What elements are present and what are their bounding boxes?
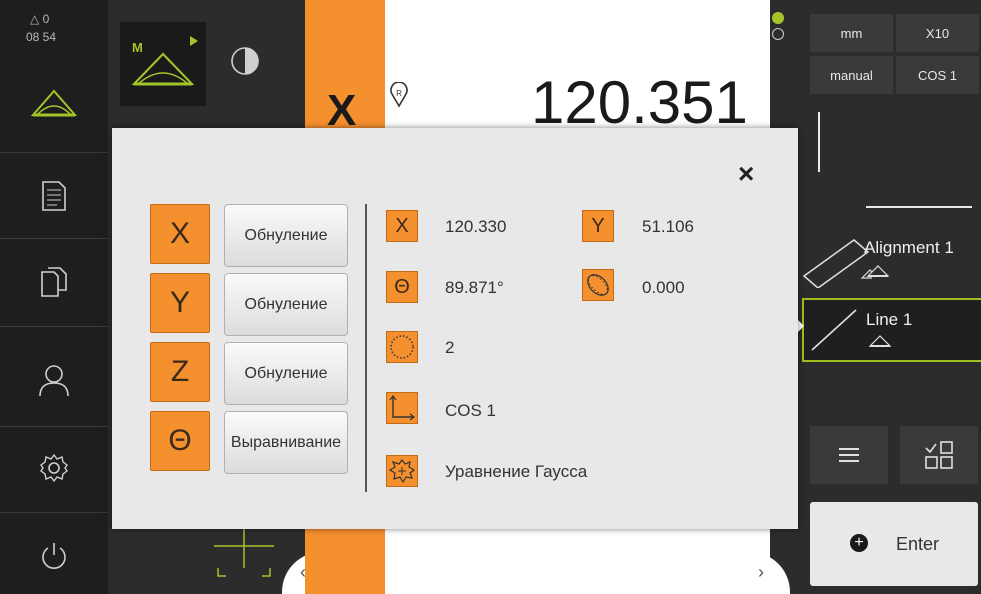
files-icon [41,267,67,297]
nav-measure[interactable] [26,74,82,130]
enter-label: Enter [896,534,940,554]
power-icon [42,543,66,569]
fit-algorithm-value: Уравнение Гаусса [445,462,588,481]
measure-type-icon [866,265,890,277]
feature-item-selected[interactable]: Line 1 [802,298,981,362]
magnification-selector[interactable]: X10 [896,14,979,52]
plus-circle-icon: + [850,534,868,552]
svg-text:R: R [396,89,402,98]
alignment-icon [802,239,872,288]
axis-theta-button[interactable]: Θ [150,411,210,471]
user-icon [39,365,69,397]
indicator-dot-inactive [772,28,784,40]
zero-z-button[interactable]: Обнуление [224,342,348,405]
fit-algorithm-icon [386,455,418,487]
inspector: mm X10 manual COS 1 Alignment 1 Line 1 +… [772,0,981,594]
angle-value: 89.871° [445,278,504,297]
svg-text:M: M [132,40,143,55]
expand-panel-button[interactable]: › [748,552,790,594]
axis-y-button[interactable]: Y [150,273,210,333]
warning-icon: △ [30,12,40,26]
mode-selector[interactable]: manual [810,56,893,94]
contrast-button[interactable] [230,46,260,76]
x-position-value: 120.330 [445,217,507,236]
indicator-dot-active [772,12,784,24]
form-error-icon [582,269,614,301]
axis-x-button[interactable]: X [150,204,210,264]
line-icon [811,309,857,351]
unit-selector[interactable]: mm [810,14,893,52]
nav-switch-off[interactable] [26,528,82,584]
nav-divider [0,426,108,427]
cos-value: COS 1 [445,401,497,420]
measure-tool-button[interactable]: M [120,22,206,106]
menu-button[interactable] [810,426,888,484]
document-icon [42,181,66,211]
nav-divider [0,326,108,327]
enter-button[interactable]: + Enter [810,502,978,586]
clock: 08 54 [26,30,57,44]
checklist-icon [925,441,953,469]
chevron-right-icon: › [758,562,764,582]
y-position-icon: Y [582,210,614,242]
points-icon [386,331,418,363]
cos-selector[interactable]: COS 1 [896,56,979,94]
reference-mark-icon: R [389,81,409,108]
nav-file-management[interactable] [26,254,82,310]
axis-z-button[interactable]: Z [150,342,210,402]
crosshair-icon [214,528,274,577]
y-position-value: 51.106 [642,217,694,236]
nav-user-login[interactable] [26,352,82,408]
measure-icon [31,89,77,117]
menu-icon [839,448,859,462]
multi-select-button[interactable] [900,426,978,484]
zero-y-button[interactable]: Обнуление [224,273,348,336]
messages-status[interactable]: △ 0 [30,12,49,26]
feature-item[interactable]: Alignment 1 [800,226,981,294]
zero-x-button[interactable]: Обнуление [224,204,348,267]
close-icon[interactable]: × [738,160,754,188]
form-error-value: 0.000 [642,278,685,297]
position-value: 120.351 [531,69,748,136]
nav-divider [0,238,108,239]
points-value: 2 [445,338,455,357]
measure-type-icon [868,335,892,347]
main-menu: △ 0 08 54 [0,0,108,594]
align-theta-button[interactable]: Выравнивание [224,411,348,474]
gear-icon [40,453,68,483]
nav-settings[interactable] [26,440,82,496]
preview-cursor [818,112,820,172]
crosshair-tool[interactable] [206,524,282,584]
angle-icon: Θ [386,271,418,303]
feature-label: Line 1 [866,310,913,329]
x-position-icon: X [386,210,418,242]
quick-access-dialog: × X Обнуление Y Обнуление Z Обнуление Θ … [112,128,798,529]
nav-protocol[interactable] [26,168,82,224]
contrast-icon [231,47,259,75]
measure-manual-icon: M [131,36,198,86]
nav-divider [0,512,108,513]
feature-label: Alignment 1 [864,238,954,257]
coordinate-system-icon [386,392,418,424]
nav-divider [0,152,108,153]
preview-line [866,206,972,208]
dialog-divider [365,204,367,492]
